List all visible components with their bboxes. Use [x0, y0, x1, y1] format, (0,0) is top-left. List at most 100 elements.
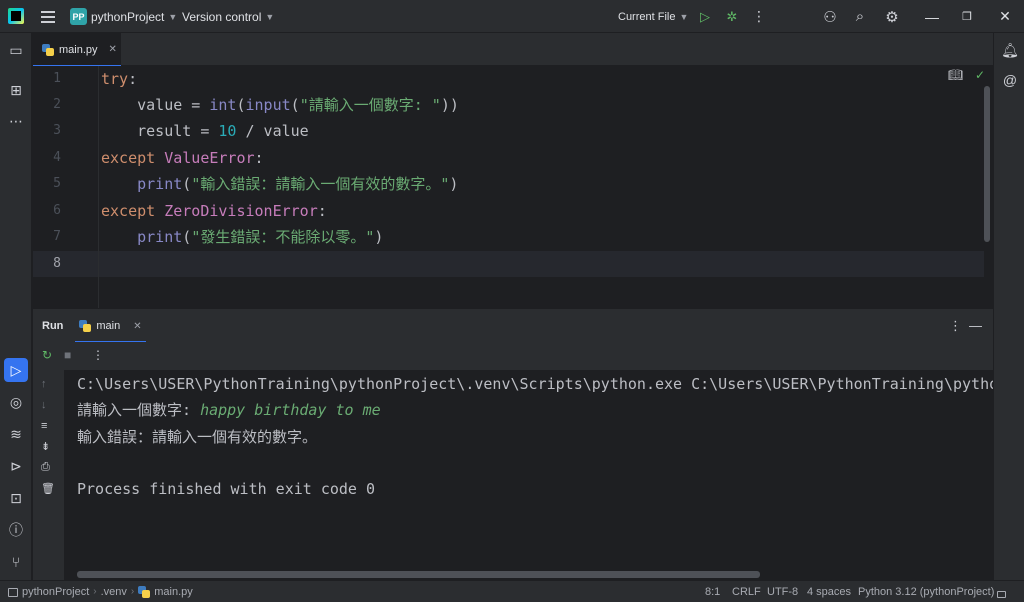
- debug-icon[interactable]: ✲: [722, 0, 742, 33]
- version-control-widget[interactable]: Version control ▼: [182, 0, 274, 33]
- line-number: 1: [53, 71, 61, 86]
- chevron-down-icon: ▼: [265, 11, 275, 22]
- chevron-down-icon: ▼: [679, 11, 689, 22]
- console-prompt: 請輸入一個數字:: [77, 401, 201, 419]
- version-control-label: Version control: [182, 9, 262, 24]
- restore-button[interactable]: ❐: [952, 0, 982, 33]
- print-icon[interactable]: ⎙: [41, 461, 50, 474]
- breadcrumb-file[interactable]: main.py: [154, 581, 193, 602]
- stop-icon[interactable]: ■: [64, 348, 71, 362]
- code-editor[interactable]: 1 2 3 4 5 6 7 8 try: value = int(input("…: [33, 66, 993, 308]
- more-actions-icon[interactable]: ⋮: [749, 0, 769, 33]
- git-icon[interactable]: ⑂: [4, 550, 28, 574]
- chevron-right-icon: ›: [93, 586, 97, 597]
- line-number: 2: [53, 97, 61, 112]
- title-bar: PP pythonProject ▼ Version control ▼ Curre…: [0, 0, 1024, 33]
- editor-scrollbar[interactable]: [984, 86, 990, 242]
- add-user-icon[interactable]: ⚇: [820, 0, 840, 33]
- run-panel-title: Run: [42, 320, 64, 332]
- run-config-selector[interactable]: Current File ▼: [618, 0, 688, 33]
- console-prompt-line: 請輸入一個數字: happy birthday to me: [77, 397, 381, 423]
- file-encoding[interactable]: UTF-8: [767, 581, 798, 602]
- hide-panel-icon[interactable]: —: [969, 318, 982, 333]
- left-tool-strip: ▭ ⊞ ⋯ ▷ ◎ ≋ ⊳ ⊡ ⓘ ⑂: [0, 33, 32, 580]
- console-command-line: C:\Users\USER\PythonTraining\pythonProje…: [77, 375, 993, 393]
- python-file-icon: [79, 320, 92, 332]
- main-menu-button[interactable]: [40, 0, 56, 33]
- settings-icon[interactable]: ⚙: [882, 0, 902, 33]
- services-icon[interactable]: ⊳: [4, 454, 28, 478]
- console-output[interactable]: C:\Users\USER\PythonTraining\pythonProje…: [64, 370, 993, 580]
- console-user-input: happy birthday to me: [200, 401, 381, 419]
- project-widget[interactable]: pythonProject ▼: [91, 0, 177, 33]
- line-number: 4: [53, 150, 61, 165]
- project-folder-icon[interactable]: ▭: [4, 38, 28, 62]
- run-panel-header: Run main ✕ ⋮ —: [33, 308, 993, 343]
- run-tab-main[interactable]: main ✕: [75, 309, 146, 343]
- line-number-gutter: 1 2 3 4 5 6 7 8: [33, 66, 99, 308]
- more-run-actions-icon[interactable]: ⋮: [92, 348, 104, 362]
- line-ending[interactable]: CRLF: [732, 581, 761, 602]
- inspection-ok-icon[interactable]: ✓: [975, 68, 985, 82]
- python-file-icon: [138, 586, 151, 598]
- python-packages-icon[interactable]: ≋: [4, 422, 28, 446]
- code-line-6: except ZeroDivisionError:: [101, 202, 327, 220]
- editor-tabs: main.py ✕: [33, 33, 993, 67]
- minimize-button[interactable]: —: [917, 0, 947, 33]
- structure-icon[interactable]: ⊞: [4, 78, 28, 102]
- scroll-to-end-icon[interactable]: ⇟: [41, 440, 50, 453]
- run-icon[interactable]: ▷: [695, 0, 715, 33]
- console-error-line: 輸入錯誤：請輸入一個有效的數字。: [77, 428, 318, 446]
- close-tab-icon[interactable]: ✕: [133, 321, 141, 332]
- soft-wrap-icon[interactable]: ≡: [41, 420, 47, 432]
- line-number: 6: [53, 203, 61, 218]
- pycharm-logo-icon: [8, 8, 24, 24]
- clear-all-icon[interactable]: 🗑︎: [41, 482, 55, 495]
- chevron-right-icon: ›: [130, 586, 135, 597]
- panel-options-icon[interactable]: ⋮: [949, 318, 962, 334]
- console-finish-line: Process finished with exit code 0: [77, 480, 376, 498]
- code-line-1: try:: [101, 70, 138, 88]
- console-horizontal-scrollbar[interactable]: [77, 571, 760, 578]
- right-tool-strip: 🔔︎ @: [993, 33, 1024, 580]
- scroll-down-icon[interactable]: ↓: [41, 399, 47, 411]
- console-side-tools: ↑ ↓ ≡ ⇟ ⎙ 🗑︎: [33, 370, 64, 580]
- breadcrumb-project[interactable]: pythonProject: [22, 581, 89, 602]
- problems-icon[interactable]: ⓘ: [4, 518, 28, 542]
- run-config-label: Current File: [618, 10, 676, 23]
- code-line-4: except ValueError:: [101, 149, 264, 167]
- code-line-3: result = 10 / value: [101, 122, 309, 140]
- tab-main-py[interactable]: main.py ✕: [33, 33, 121, 67]
- breadcrumb: pythonProject › .venv › main.py: [8, 581, 193, 602]
- indent-setting[interactable]: 4 spaces: [807, 581, 851, 602]
- close-window-button[interactable]: ✕: [990, 0, 1020, 33]
- caret-position[interactable]: 8:1: [705, 581, 720, 602]
- terminal-icon[interactable]: ⊡: [4, 486, 28, 510]
- status-bar: pythonProject › .venv › main.py 8:1 CRLF…: [0, 580, 1024, 602]
- interpreter-selector[interactable]: Python 3.12 (pythonProject): [858, 581, 994, 602]
- notifications-icon[interactable]: 🔔︎: [998, 38, 1022, 62]
- reader-mode-icon[interactable]: 📖︎: [948, 68, 963, 82]
- rerun-icon[interactable]: ↻: [42, 348, 52, 362]
- line-number-current: 8: [53, 256, 61, 271]
- tab-label: main.py: [59, 43, 98, 56]
- project-name: pythonProject: [91, 9, 165, 24]
- lock-icon[interactable]: [997, 581, 1006, 602]
- scroll-up-icon[interactable]: ↑: [41, 378, 47, 390]
- more-tools-icon[interactable]: ⋯: [4, 109, 28, 133]
- run-tool-icon[interactable]: ▷: [4, 358, 28, 382]
- run-tab-label: main: [96, 320, 121, 332]
- chevron-down-icon: ▼: [168, 11, 178, 22]
- ai-assistant-icon[interactable]: @: [998, 68, 1022, 92]
- code-line-7: print("發生錯誤：不能除以零。"): [137, 228, 384, 246]
- close-tab-icon[interactable]: ✕: [109, 44, 117, 55]
- line-number: 7: [53, 229, 61, 244]
- python-console-icon[interactable]: ◎: [4, 390, 28, 414]
- folder-icon: [8, 587, 18, 597]
- search-icon[interactable]: ⌕: [850, 0, 870, 33]
- python-file-icon: [42, 43, 54, 56]
- breadcrumb-folder[interactable]: .venv: [101, 581, 127, 602]
- line-number: 5: [53, 176, 61, 191]
- project-badge[interactable]: PP: [70, 8, 87, 25]
- run-toolbar: ↻ ■ ⋮: [33, 342, 993, 370]
